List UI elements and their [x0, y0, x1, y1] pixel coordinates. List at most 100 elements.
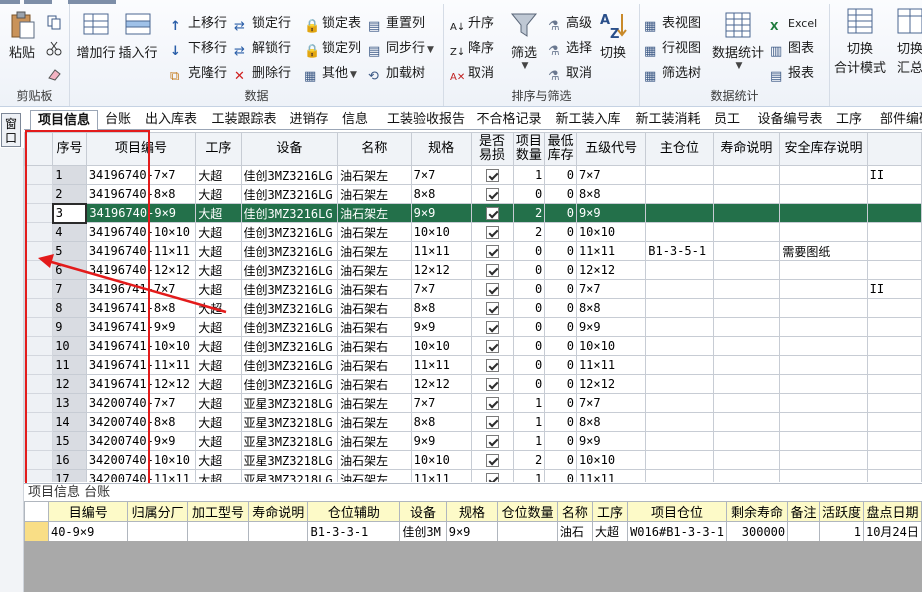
cell-equipment[interactable]: 佳创3MZ3216LG	[240, 298, 339, 318]
cell-seq[interactable]: 11	[52, 355, 87, 375]
cell-min-stock[interactable]: 0	[544, 260, 577, 280]
col-header-equipment[interactable]: 设备	[240, 132, 339, 166]
cell-seq[interactable]: 14	[52, 412, 87, 432]
cell-spec[interactable]: 7×7	[410, 393, 472, 413]
cell-extra[interactable]	[866, 469, 922, 482]
cell-wearable[interactable]	[470, 260, 514, 280]
cell-quantity[interactable]: 0	[512, 184, 546, 204]
cell-seq[interactable]: 8	[52, 298, 87, 318]
load-tree-button[interactable]: ⟲ 加载树	[368, 64, 425, 84]
table-row[interactable]: 8 34196741-8×8 大超 佳创3MZ3216LG 油石架右 8×8 0 0 8×8	[24, 298, 922, 318]
cell-process[interactable]: 大超	[195, 355, 242, 375]
wearable-checkbox[interactable]	[485, 264, 499, 277]
wearable-checkbox[interactable]	[485, 283, 499, 296]
cell-life-note[interactable]	[712, 184, 781, 204]
cell-level5-code[interactable]: 8×8	[575, 412, 647, 432]
cell-project-no[interactable]: 34196740-10×10	[85, 222, 197, 242]
cell-main-location[interactable]	[645, 374, 714, 394]
tab-inout[interactable]: 出入库表	[140, 110, 202, 130]
wearable-checkbox[interactable]	[485, 473, 499, 482]
cell-seq[interactable]: 5	[52, 241, 87, 261]
cell-level5-code[interactable]: 9×9	[575, 431, 647, 451]
window-side-tab[interactable]: 窗口	[1, 113, 21, 147]
cell-spec[interactable]: 11×11	[410, 355, 472, 375]
cell-process[interactable]: 大超	[195, 317, 242, 337]
cell-safety-note[interactable]	[779, 469, 868, 482]
chart-button[interactable]: ▥ 图表	[770, 39, 814, 59]
tab-new-inbound[interactable]: 新工装入库	[552, 110, 624, 130]
col-header-spec[interactable]: 规格	[410, 132, 472, 166]
cell-project-no[interactable]: 34196740-8×8	[85, 184, 197, 204]
bottom-data-row[interactable]: 40-9×9 B1-3-3-1 佳创3M 9×9 油石 大超 W016#B1-3…	[24, 521, 922, 541]
cell-seq[interactable]: 9	[52, 317, 87, 337]
cell-wearable[interactable]	[470, 298, 514, 318]
cell-equipment[interactable]: 佳创3MZ3216LG	[240, 260, 339, 280]
cell-extra[interactable]: II	[866, 165, 922, 185]
cell-process[interactable]: 大超	[195, 469, 242, 482]
cell-process[interactable]: 大超	[195, 393, 242, 413]
cell-extra[interactable]	[866, 431, 922, 451]
cell-level5-code[interactable]: 12×12	[575, 260, 647, 280]
cell-min-stock[interactable]: 0	[544, 241, 577, 261]
table-row[interactable]: 13 34200740-7×7 大超 亚星3MZ3218LG 油石架左 7×7 1 0 7×7	[24, 393, 922, 413]
table-row[interactable]: 1 34196740-7×7 大超 佳创3MZ3216LG 油石架左 7×7 1 0 7×7 II	[24, 165, 922, 185]
tab-staff[interactable]: 员工	[712, 110, 742, 130]
col-header-life-note[interactable]: 寿命说明	[712, 132, 781, 166]
cell-life-note[interactable]	[712, 374, 781, 394]
table-row[interactable]: 11 34196741-11×11 大超 佳创3MZ3216LG 油石架右 11×11 0 0…	[24, 355, 922, 375]
cell-quantity[interactable]: 0	[512, 355, 546, 375]
cell-spec[interactable]: 8×8	[410, 298, 472, 318]
cell-level5-code[interactable]: 7×7	[575, 165, 647, 185]
delete-row-button[interactable]: ✕ 删除行	[234, 64, 291, 84]
cell-process[interactable]: 大超	[195, 431, 242, 451]
cell-spec[interactable]: 10×10	[410, 222, 472, 242]
cell-main-location[interactable]	[645, 298, 714, 318]
cell-quantity[interactable]: 1	[512, 431, 546, 451]
cell-min-stock[interactable]: 0	[544, 393, 577, 413]
cell-main-location[interactable]	[645, 260, 714, 280]
tab-part-code[interactable]: 部件编码	[876, 110, 922, 130]
cell-level5-code[interactable]: 11×11	[575, 355, 647, 375]
table-row[interactable]: 3 34196740-9×9 大超 佳创3MZ3216LG 油石架左 9×9 2 0 9×9	[24, 202, 922, 224]
bottom-col-remaining-life[interactable]: 剩余寿命	[725, 501, 789, 522]
tab-process[interactable]: 工序	[832, 110, 866, 130]
cell-life-note[interactable]	[712, 260, 781, 280]
cell-safety-note[interactable]: 需要图纸	[779, 241, 868, 261]
cell-seq[interactable]: 10	[52, 336, 87, 356]
wearable-checkbox[interactable]	[485, 245, 499, 258]
bottom-cell[interactable]: 300000	[725, 521, 789, 541]
table-row[interactable]: 16 34200740-10×10 大超 亚星3MZ3218LG 油石架左 10×10 2 0…	[24, 450, 922, 470]
lock-col-button[interactable]: 🔒 锁定列	[304, 39, 361, 59]
cell-quantity[interactable]: 2	[512, 450, 546, 470]
table-row[interactable]: 7 34196741-7×7 大超 佳创3MZ3216LG 油石架右 7×7 0 0 7×7 II	[24, 279, 922, 299]
cell-name[interactable]: 油石架左	[337, 260, 412, 280]
row-indicator[interactable]	[24, 412, 54, 432]
cell-equipment[interactable]: 亚星3MZ3218LG	[240, 431, 339, 451]
move-up-button[interactable]: ↑ 上移行	[170, 14, 227, 34]
col-header-name[interactable]: 名称	[337, 132, 412, 166]
table-row[interactable]: 9 34196741-9×9 大超 佳创3MZ3216LG 油石架右 9×9 0 0 9×9	[24, 317, 922, 337]
cell-life-note[interactable]	[712, 298, 781, 318]
cell-main-location[interactable]	[645, 412, 714, 432]
row-indicator[interactable]	[24, 184, 54, 204]
cell-spec[interactable]: 8×8	[410, 412, 472, 432]
tab-acceptance[interactable]: 工装验收报告	[380, 110, 472, 130]
cell-level5-code[interactable]: 7×7	[575, 393, 647, 413]
cell-equipment[interactable]: 亚星3MZ3218LG	[240, 450, 339, 470]
row-indicator[interactable]	[24, 450, 54, 470]
cell-equipment[interactable]: 亚星3MZ3218LG	[240, 393, 339, 413]
sort-desc-button[interactable]: Z↓ 降序	[450, 39, 494, 59]
cell-name[interactable]: 油石架右	[337, 355, 412, 375]
cell-safety-note[interactable]	[779, 431, 868, 451]
cell-project-no[interactable]: 34196741-9×9	[85, 317, 197, 337]
cell-name[interactable]: 油石架左	[337, 431, 412, 451]
cell-spec[interactable]: 9×9	[410, 431, 472, 451]
cell-quantity[interactable]: 0	[512, 336, 546, 356]
cell-main-location[interactable]	[645, 469, 714, 482]
row-indicator[interactable]	[24, 203, 54, 223]
cell-project-no[interactable]: 34196741-8×8	[85, 298, 197, 318]
cell-equipment[interactable]: 佳创3MZ3216LG	[240, 336, 339, 356]
wearable-checkbox[interactable]	[485, 454, 499, 467]
cell-quantity[interactable]: 0	[512, 260, 546, 280]
cell-min-stock[interactable]: 0	[544, 412, 577, 432]
